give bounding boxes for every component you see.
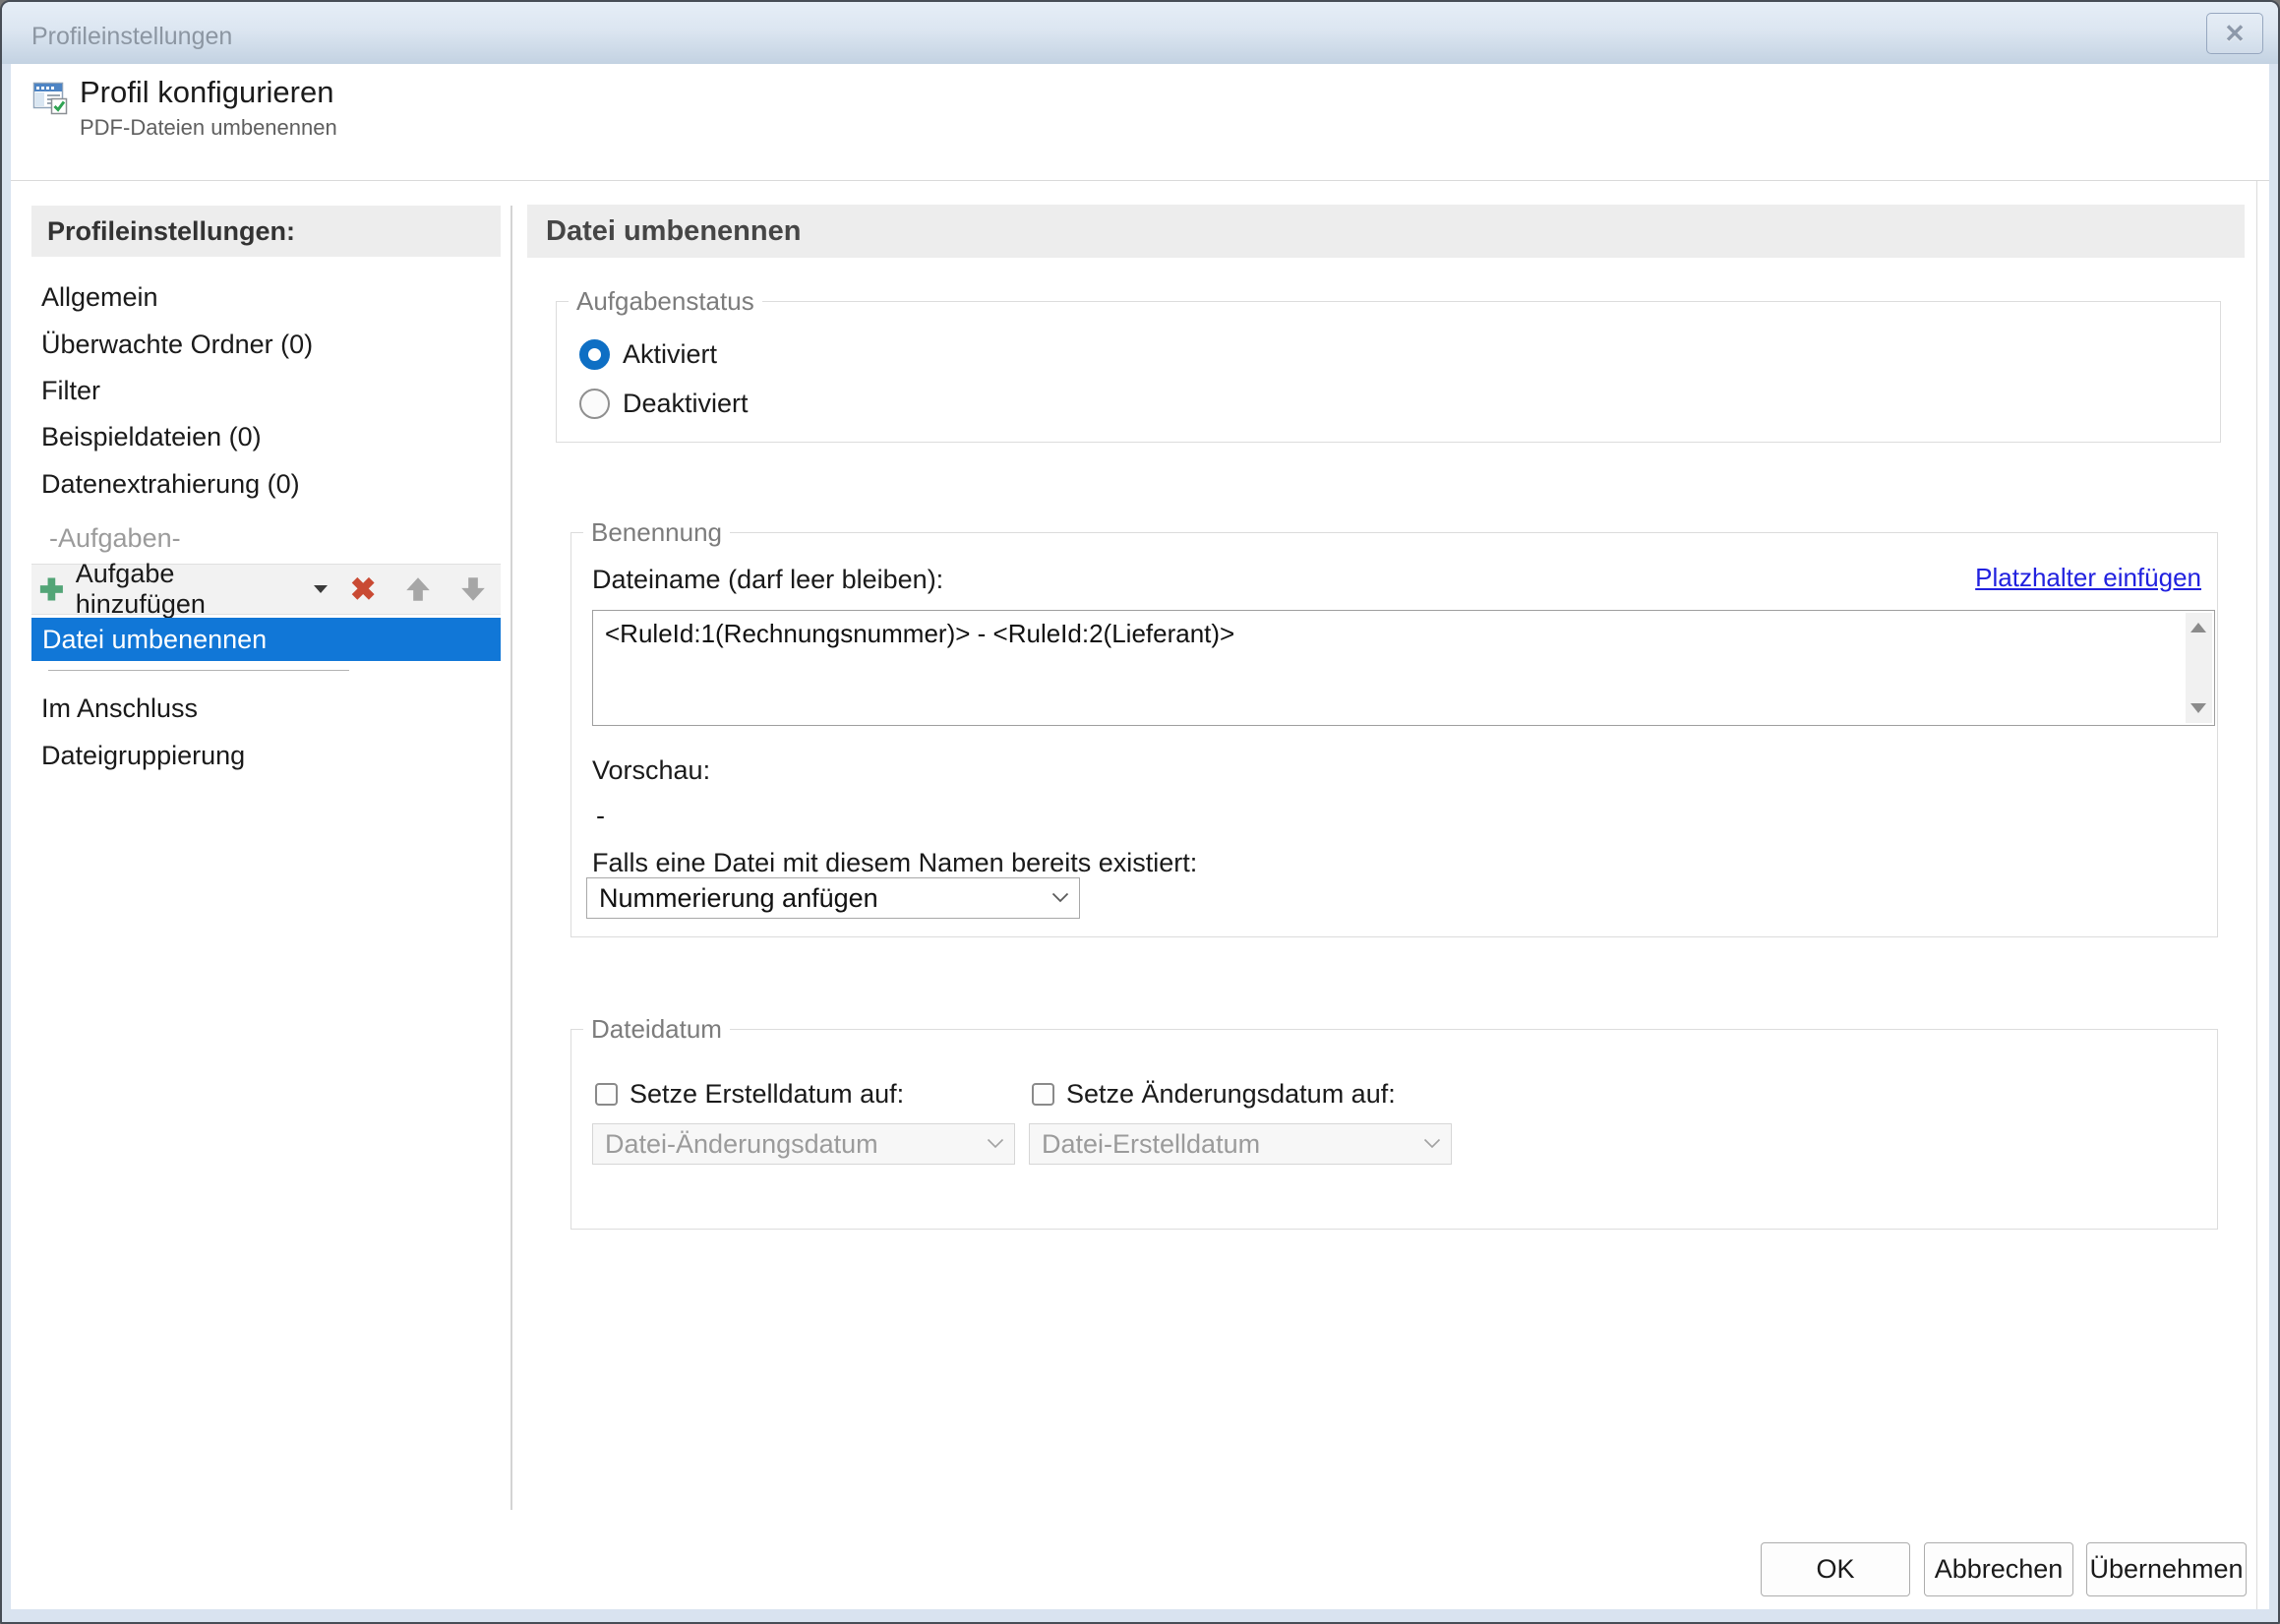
task-toolbar: Aufgabe hinzufügen ✖ (31, 564, 501, 615)
tasks-section-label: -Aufgaben- (49, 523, 181, 554)
move-task-up-button[interactable] (390, 565, 446, 614)
set-modified-date-checkbox[interactable]: Setze Änderungsdatum auf: (1032, 1079, 1396, 1110)
sidebar-item-datenextrahierung[interactable]: Datenextrahierung (0) (41, 469, 494, 503)
add-task-label: Aufgabe hinzufügen (76, 559, 302, 620)
chevron-down-icon (1423, 1138, 1441, 1149)
insert-placeholder-link[interactable]: Platzhalter einfügen (1975, 563, 2201, 593)
status-group-label: Aufgabenstatus (569, 286, 762, 317)
sidebar-item-ueberwachte-ordner[interactable]: Überwachte Ordner (0) (41, 330, 494, 363)
conflict-dropdown[interactable]: Nummerierung anfügen (586, 877, 1080, 919)
ok-button[interactable]: OK (1761, 1542, 1910, 1596)
naming-group-label: Benennung (583, 517, 730, 548)
page-title: Profil konfigurieren (80, 75, 333, 110)
set-created-date-checkbox[interactable]: Setze Erstelldatum auf: (595, 1079, 904, 1110)
profile-form-icon (31, 79, 69, 121)
radio-off-icon (579, 389, 610, 419)
radio-deaktiviert-label: Deaktiviert (623, 389, 749, 419)
filedate-group-label: Dateidatum (583, 1014, 730, 1045)
sidebar-item-dateigruppierung[interactable]: Dateigruppierung (41, 741, 494, 774)
move-task-down-button[interactable] (446, 565, 501, 614)
dialog-content: Profileinstellungen: Allgemein Überwacht… (11, 180, 2269, 1609)
radio-aktiviert-label: Aktiviert (623, 339, 717, 370)
preview-value: - (596, 801, 605, 831)
conflict-label: Falls eine Datei mit diesem Namen bereit… (592, 848, 1197, 878)
cancel-button[interactable]: Abbrechen (1924, 1542, 2073, 1596)
checkbox-unchecked-icon (1032, 1083, 1054, 1106)
arrow-up-icon (403, 574, 433, 604)
modified-date-value: Datei-Erstelldatum (1042, 1129, 1260, 1160)
plus-icon (37, 574, 66, 604)
chevron-down-icon (314, 585, 328, 593)
profile-settings-dialog: Profileinstellungen ✕ Profil konfigurier… (0, 0, 2280, 1624)
sidebar-item-allgemein[interactable]: Allgemein (41, 282, 494, 316)
page-subtitle: PDF-Dateien umbenennen (80, 115, 337, 141)
sidebar-item-filter[interactable]: Filter (41, 376, 494, 409)
set-created-date-label: Setze Erstelldatum auf: (630, 1079, 904, 1110)
filename-scrollbar[interactable] (2186, 613, 2212, 723)
sidebar-item-im-anschluss[interactable]: Im Anschluss (41, 693, 494, 727)
filename-label: Dateiname (darf leer bleiben): (592, 565, 943, 595)
delete-task-button[interactable]: ✖ (335, 565, 390, 614)
delete-icon: ✖ (350, 571, 377, 608)
radio-aktiviert[interactable]: Aktiviert (579, 339, 717, 370)
filename-input[interactable]: <RuleId:1(Rechnungsnummer)> - <RuleId:2(… (592, 610, 2215, 726)
naming-groupbox: Benennung Dateiname (darf leer bleiben):… (570, 532, 2218, 937)
close-icon: ✕ (2224, 19, 2246, 48)
chevron-down-icon (1051, 892, 1069, 903)
add-task-button[interactable]: Aufgabe hinzufügen (31, 565, 335, 614)
apply-button[interactable]: Übernehmen (2086, 1542, 2247, 1596)
preview-label: Vorschau: (592, 755, 710, 786)
window-title: Profileinstellungen (31, 2, 232, 64)
arrow-down-icon (458, 574, 488, 604)
filedate-groupbox: Dateidatum Setze Erstelldatum auf: Setze… (570, 1029, 2218, 1230)
task-list-divider (48, 670, 349, 671)
status-groupbox: Aufgabenstatus Aktiviert Deaktiviert (556, 301, 2221, 443)
created-date-value: Datei-Änderungsdatum (605, 1129, 878, 1160)
chevron-down-icon (987, 1138, 1004, 1149)
created-date-dropdown-disabled: Datei-Änderungsdatum (592, 1123, 1015, 1165)
sidebar-header: Profileinstellungen: (31, 206, 501, 257)
scroll-down-icon[interactable] (2190, 703, 2206, 713)
panel-title: Datei umbenennen (527, 205, 2245, 258)
modified-date-dropdown-disabled: Datei-Erstelldatum (1029, 1123, 1452, 1165)
close-button[interactable]: ✕ (2206, 13, 2263, 54)
sidebar-item-datei-umbenennen-selected[interactable]: Datei umbenennen (31, 618, 501, 661)
sidebar-main-divider (510, 206, 512, 1510)
checkbox-unchecked-icon (595, 1083, 618, 1106)
dialog-header: Profil konfigurieren PDF-Dateien umbenen… (11, 64, 2269, 180)
sidebar-item-beispieldateien[interactable]: Beispieldateien (0) (41, 422, 494, 455)
scroll-up-icon[interactable] (2190, 623, 2206, 632)
radio-deaktiviert[interactable]: Deaktiviert (579, 389, 749, 419)
radio-on-icon (579, 339, 610, 370)
set-modified-date-label: Setze Änderungsdatum auf: (1066, 1079, 1396, 1110)
content-border-line (2256, 181, 2257, 1609)
conflict-dropdown-value: Nummerierung anfügen (599, 883, 878, 914)
filename-value: <RuleId:1(Rechnungsnummer)> - <RuleId:2(… (605, 619, 2175, 649)
titlebar[interactable]: Profileinstellungen ✕ (2, 2, 2278, 64)
